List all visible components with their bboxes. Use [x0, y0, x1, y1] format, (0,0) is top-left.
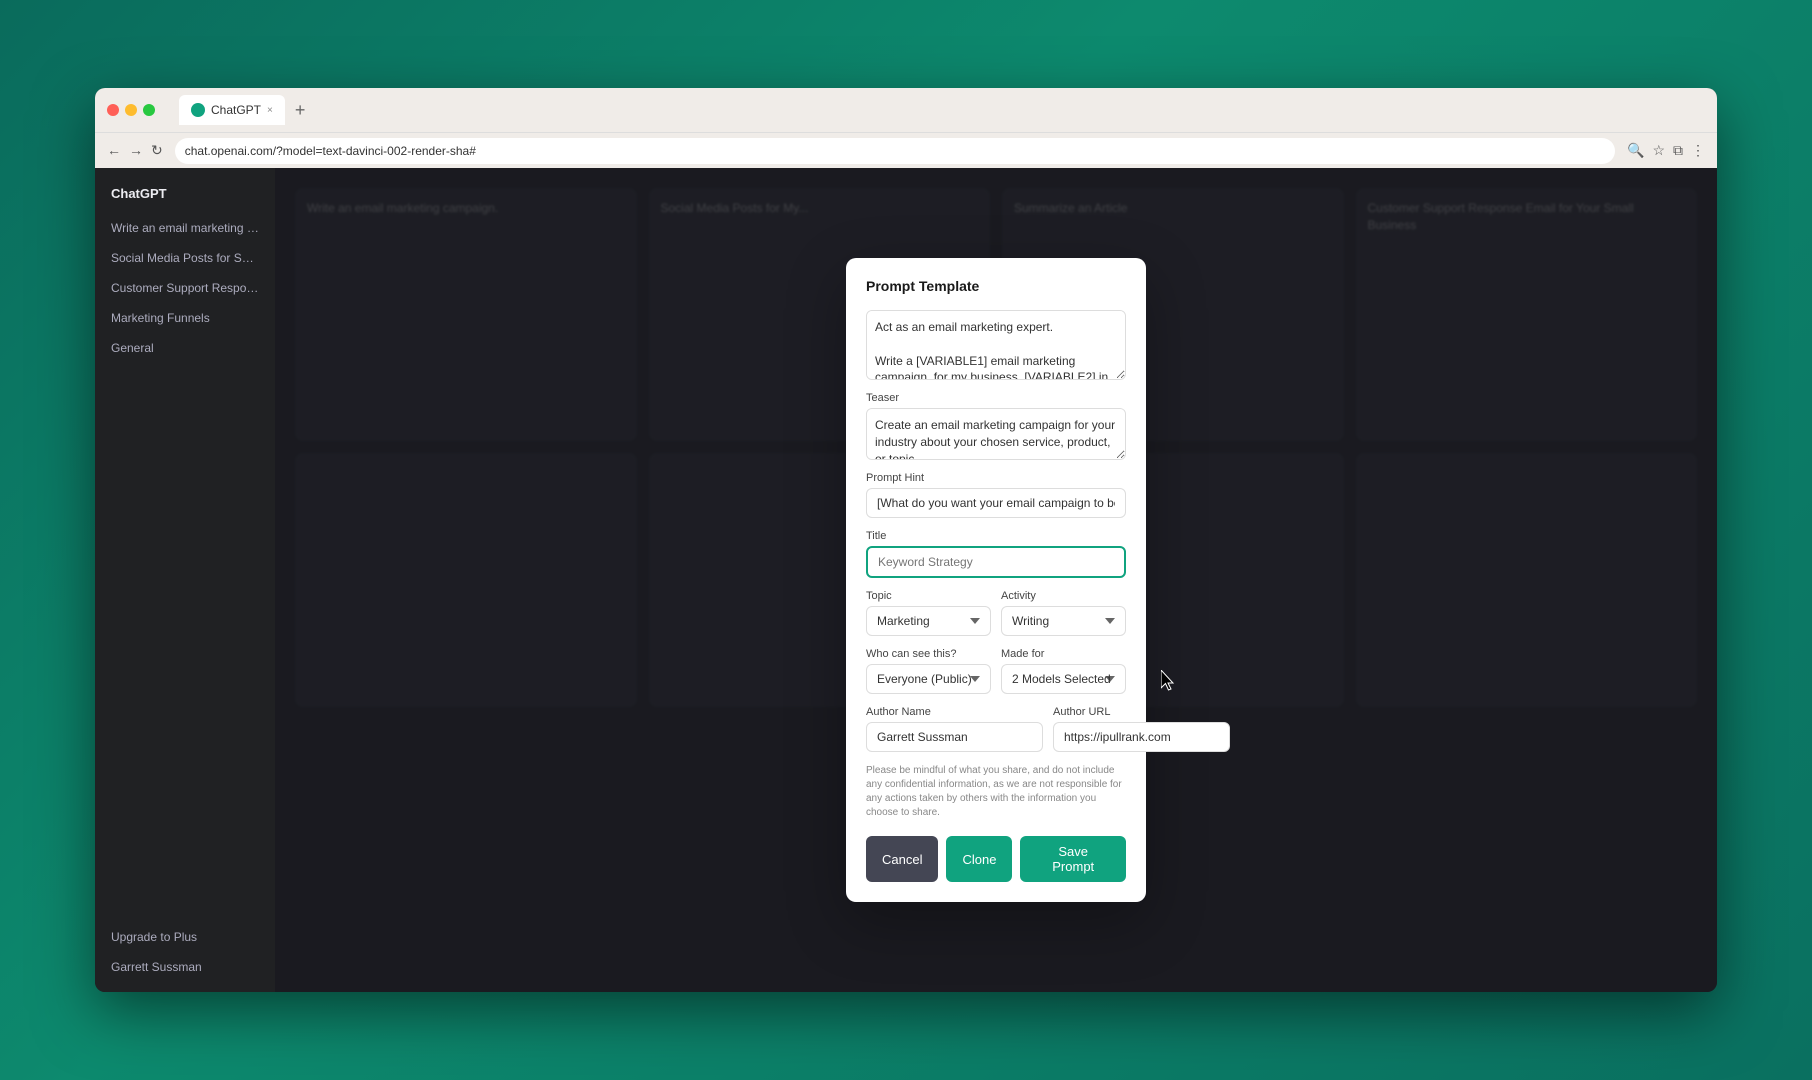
- url-bar[interactable]: chat.openai.com/?model=text-davinci-002-…: [175, 138, 1615, 164]
- url-text: chat.openai.com/?model=text-davinci-002-…: [185, 144, 476, 158]
- sidebar-item-user[interactable]: Garrett Sussman: [103, 954, 267, 980]
- visibility-select[interactable]: Everyone (Public) Only Me Team: [866, 664, 991, 694]
- sidebar-item-4[interactable]: General: [103, 335, 267, 361]
- close-button[interactable]: [107, 104, 119, 116]
- visibility-made-for-row: Who can see this? Everyone (Public) Only…: [866, 648, 1126, 694]
- teaser-label: Teaser: [866, 392, 1126, 404]
- teaser-textarea[interactable]: Create an email marketing campaign for y…: [866, 408, 1126, 460]
- activity-label: Activity: [1001, 590, 1126, 602]
- disclaimer-text: Please be mindful of what you share, and…: [866, 764, 1126, 820]
- mouse-cursor: [1161, 670, 1181, 694]
- tab-favicon: [191, 103, 205, 117]
- sidebar-header: ChatGPT: [103, 180, 267, 207]
- author-row: Author Name Author URL: [866, 706, 1126, 752]
- teaser-form-group: Teaser Create an email marketing campaig…: [866, 392, 1126, 460]
- activity-form-group: Activity Writing Analysis Research Strat…: [1001, 590, 1126, 636]
- made-for-label: Made for: [1001, 648, 1126, 660]
- minimize-button[interactable]: [125, 104, 137, 116]
- new-tab-button[interactable]: +: [289, 98, 312, 123]
- address-bar: ← → ↻ chat.openai.com/?model=text-davinc…: [95, 132, 1717, 168]
- hint-input[interactable]: [866, 488, 1126, 518]
- forward-button[interactable]: →: [129, 142, 143, 159]
- main-content: Write an email marketing campaign. Socia…: [275, 168, 1717, 992]
- author-url-label: Author URL: [1053, 706, 1230, 718]
- topic-select[interactable]: Marketing Sales Support Writing Other: [866, 606, 991, 636]
- title-bar: ChatGPT × +: [95, 88, 1717, 132]
- activity-select[interactable]: Writing Analysis Research Strategy: [1001, 606, 1126, 636]
- modal-overlay: Prompt Template Act as an email marketin…: [275, 168, 1717, 992]
- topic-label: Topic: [866, 590, 991, 602]
- browser-tab[interactable]: ChatGPT ×: [179, 95, 285, 125]
- clone-button[interactable]: Clone: [946, 836, 1012, 882]
- nav-buttons: ← → ↻: [107, 142, 163, 159]
- browser-content: ChatGPT Write an email marketing campaig…: [95, 168, 1717, 992]
- prompt-form-group: Act as an email marketing expert. Write …: [866, 310, 1126, 380]
- title-form-group: Title: [866, 530, 1126, 578]
- made-for-form-group: Made for 2 Models Selected GPT-4 GPT-3.5: [1001, 648, 1126, 694]
- dialog-buttons: Cancel Clone Save Prompt: [866, 836, 1126, 882]
- traffic-lights: [107, 104, 155, 116]
- hint-form-group: Prompt Hint: [866, 472, 1126, 518]
- tab-close-button[interactable]: ×: [267, 105, 273, 116]
- topic-form-group: Topic Marketing Sales Support Writing Ot…: [866, 590, 991, 636]
- prompt-textarea[interactable]: Act as an email marketing expert. Write …: [866, 310, 1126, 380]
- sidebar-item-3[interactable]: Marketing Funnels: [103, 305, 267, 331]
- sidebar-item-1[interactable]: Social Media Posts for Small Businesses.: [103, 245, 267, 271]
- author-name-input[interactable]: [866, 722, 1043, 752]
- sidebar-item-0[interactable]: Write an email marketing campaign: [103, 215, 267, 241]
- dialog-title: Prompt Template: [866, 278, 1126, 294]
- sidebar-item-2[interactable]: Customer Support Response Email...: [103, 275, 267, 301]
- author-name-label: Author Name: [866, 706, 1043, 718]
- prompt-template-dialog: Prompt Template Act as an email marketin…: [846, 258, 1146, 902]
- author-url-form-group: Author URL: [1053, 706, 1230, 752]
- sidebar: ChatGPT Write an email marketing campaig…: [95, 168, 275, 992]
- visibility-label: Who can see this?: [866, 648, 991, 660]
- sidebar-item-upgrade[interactable]: Upgrade to Plus: [103, 924, 267, 950]
- visibility-form-group: Who can see this? Everyone (Public) Only…: [866, 648, 991, 694]
- hint-label: Prompt Hint: [866, 472, 1126, 484]
- topic-activity-row: Topic Marketing Sales Support Writing Ot…: [866, 590, 1126, 636]
- extensions-icon[interactable]: ⧉: [1673, 142, 1683, 159]
- author-url-input[interactable]: [1053, 722, 1230, 752]
- made-for-select[interactable]: 2 Models Selected GPT-4 GPT-3.5: [1001, 664, 1126, 694]
- cancel-button[interactable]: Cancel: [866, 836, 938, 882]
- tab-bar: ChatGPT × +: [179, 95, 311, 125]
- save-prompt-button[interactable]: Save Prompt: [1020, 836, 1126, 882]
- browser-window: ChatGPT × + ← → ↻ chat.openai.com/?model…: [95, 88, 1717, 992]
- bookmark-icon[interactable]: ☆: [1652, 142, 1665, 159]
- maximize-button[interactable]: [143, 104, 155, 116]
- author-name-form-group: Author Name: [866, 706, 1043, 752]
- back-button[interactable]: ←: [107, 142, 121, 159]
- search-icon[interactable]: 🔍: [1627, 142, 1644, 159]
- title-input[interactable]: [866, 546, 1126, 578]
- browser-actions: 🔍 ☆ ⧉ ⋮: [1627, 142, 1705, 159]
- menu-icon[interactable]: ⋮: [1691, 142, 1705, 159]
- tab-label: ChatGPT: [211, 103, 261, 117]
- title-label: Title: [866, 530, 1126, 542]
- reload-button[interactable]: ↻: [151, 142, 163, 159]
